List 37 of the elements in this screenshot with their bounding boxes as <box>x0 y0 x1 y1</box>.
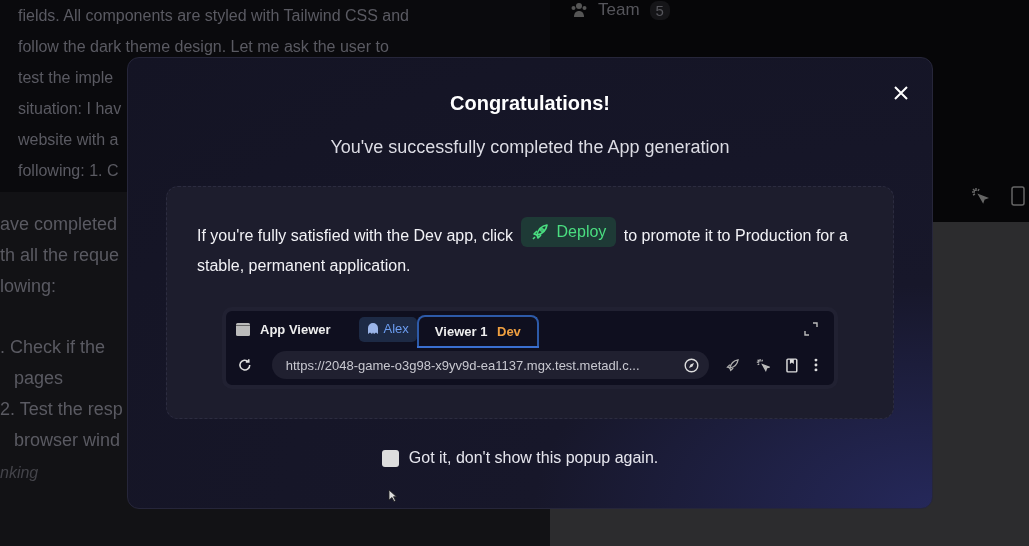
dialog-subtitle: You've successfully completed the App generation <box>330 137 730 158</box>
viewer-tab[interactable]: Viewer 1 Dev <box>416 315 539 346</box>
refresh-icon[interactable] <box>238 358 252 372</box>
click-pointer-icon[interactable] <box>755 357 771 373</box>
chat-text: lowing: <box>0 275 57 298</box>
dialog-title: Congratulations! <box>450 92 610 115</box>
team-icon <box>570 2 588 18</box>
viewer-title: App Viewer <box>260 321 331 337</box>
chat-text: following: 1. C <box>18 161 119 181</box>
list-item-text: browser wind <box>13 429 121 452</box>
deploy-button[interactable]: Deploy <box>520 217 617 247</box>
close-button[interactable] <box>892 84 910 102</box>
rocket-icon[interactable] <box>724 357 740 373</box>
list-item-text: . Check if the <box>0 336 106 359</box>
chat-text: situation: I hav <box>18 99 122 119</box>
rocket-icon <box>530 223 549 241</box>
chat-text: th all the reque <box>0 244 120 267</box>
window-icon <box>236 322 250 336</box>
chat-text: ave completed <box>0 213 118 236</box>
more-icon[interactable] <box>814 358 818 372</box>
user-tab[interactable]: Alex <box>358 317 417 342</box>
checkbox[interactable] <box>381 449 399 467</box>
list-item-text: 2. Test the resp <box>0 398 123 421</box>
ghost-icon <box>366 322 379 335</box>
mouse-cursor-icon <box>388 489 397 502</box>
chat-text: test the imple <box>18 68 114 88</box>
chat-text: fields. All components are styled with Tailwind CSS and <box>18 6 409 26</box>
chat-text: website with a <box>18 130 119 150</box>
team-label: Team <box>598 0 640 20</box>
chat-text: follow the dark theme design. Let me ask the user to <box>18 37 389 57</box>
team-count: 5 <box>649 0 670 20</box>
message-text: If you're fully satisfied with the Dev app, click Deploy to promote it to Production for a stable, permanent application. <box>197 217 859 281</box>
checkbox-label[interactable]: Got it, don't show this popup again. <box>408 449 659 467</box>
list-item-text: pages <box>13 367 64 390</box>
compass-icon[interactable] <box>683 357 699 373</box>
expand-icon[interactable] <box>804 322 818 336</box>
url-field[interactable]: https://2048-game-o3g98-x9yv9d-ea1137.mgx.test.metadl.c... <box>271 351 709 379</box>
